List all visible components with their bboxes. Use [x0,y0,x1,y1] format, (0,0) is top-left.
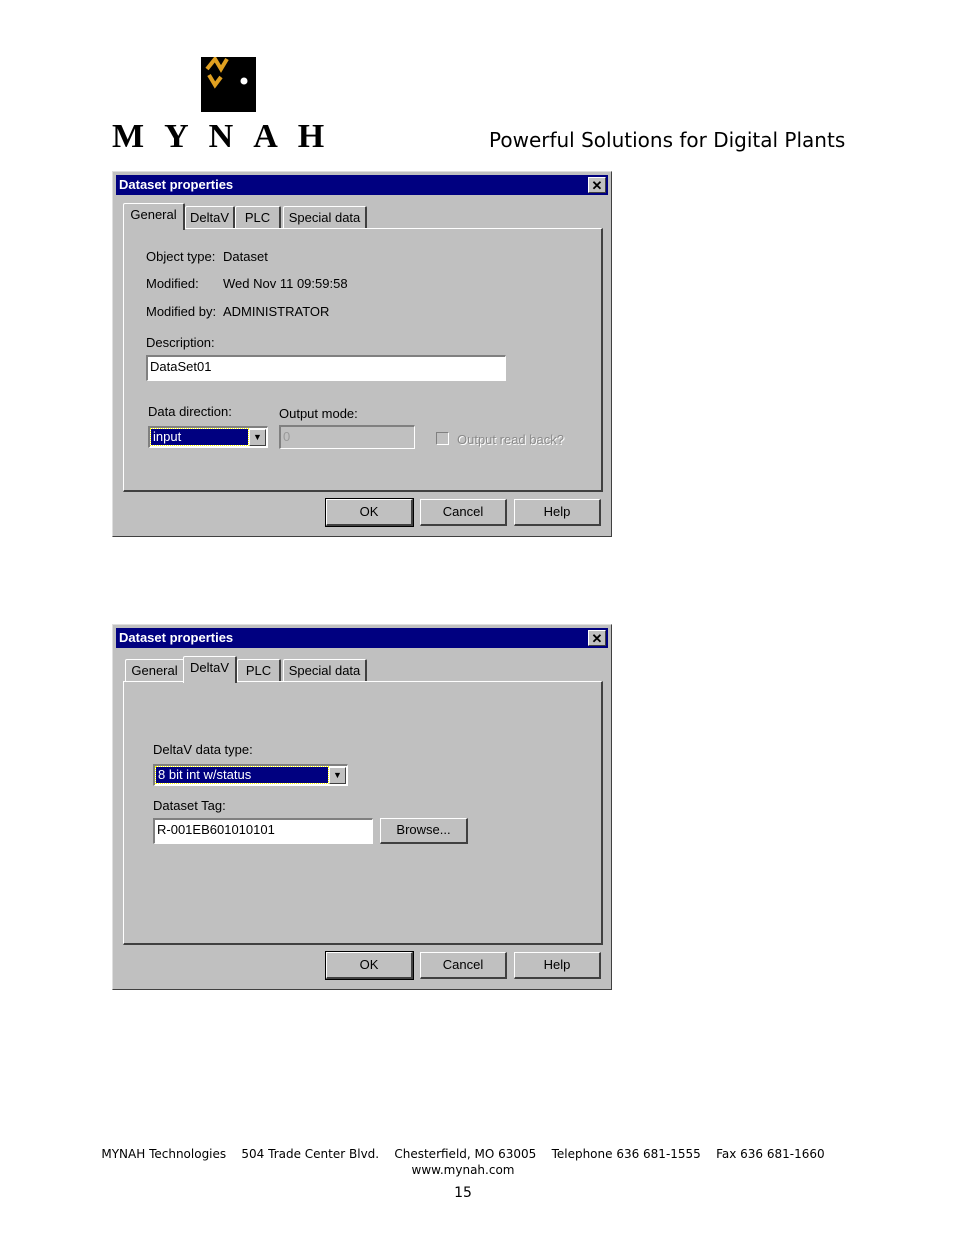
dialog-titlebar: Dataset properties ✕ [116,175,608,195]
tagline: Powerful Solutions for Digital Plants [489,128,846,152]
mynah-logo-mark [201,55,256,112]
ok-button[interactable]: OK [325,498,414,527]
close-icon: ✕ [591,631,603,646]
close-button[interactable]: ✕ [588,177,606,193]
close-button[interactable]: ✕ [588,630,606,646]
object-type-value: Dataset [223,249,268,264]
deltav-data-type-label: DeltaV data type: [153,742,253,757]
description-input[interactable]: DataSet01 [146,355,506,381]
dataset-tag-label: Dataset Tag: [153,798,226,813]
tab-special-data[interactable]: Special data [283,206,367,228]
tab-panel-general: Object type: Dataset Modified: Wed Nov 1… [123,228,603,492]
modified-label: Modified: [146,276,199,291]
tab-plc[interactable]: PLC [237,659,281,681]
footer-address: MYNAH Technologies 504 Trade Center Blvd… [101,1147,825,1161]
footer-website: www.mynah.com [411,1163,515,1177]
modified-by-label: Modified by: [146,304,217,319]
output-mode-input[interactable]: 0 [279,425,415,449]
ok-button[interactable]: OK [325,951,414,980]
close-icon: ✕ [591,178,603,193]
tab-deltav[interactable]: DeltaV [185,206,235,228]
dataset-properties-dialog-deltav: Dataset properties ✕ General DeltaV PLC … [112,624,612,990]
tab-panel-deltav: DeltaV data type: 8 bit int w/status ▼ D… [123,681,603,945]
chevron-down-icon[interactable]: ▼ [249,429,266,446]
dataset-tag-input[interactable]: R-001EB601010101 [153,818,373,844]
modified-value: Wed Nov 11 09:59:58 [223,276,348,291]
data-direction-select[interactable]: input ▼ [148,426,268,448]
deltav-data-type-select[interactable]: 8 bit int w/status ▼ [153,764,348,786]
tab-general[interactable]: General [123,203,185,230]
cancel-button[interactable]: Cancel [420,952,507,979]
output-read-back-label: Output read back? [457,432,564,447]
page-number: 15 [454,1185,472,1201]
description-label: Description: [146,335,215,350]
tab-plc[interactable]: PLC [235,206,281,228]
cancel-button[interactable]: Cancel [420,499,507,526]
output-mode-label: Output mode: [279,406,358,421]
mynah-logo-text: MYNAH [112,118,345,155]
help-button[interactable]: Help [514,952,601,979]
tab-deltav[interactable]: DeltaV [183,656,237,683]
object-type-label: Object type: [146,249,216,264]
help-button[interactable]: Help [514,499,601,526]
dialog-titlebar: Dataset properties ✕ [116,628,608,648]
deltav-data-type-value: 8 bit int w/status [155,766,329,784]
tab-special-data[interactable]: Special data [283,659,367,681]
dialog-title: Dataset properties [119,630,234,645]
modified-by-value: ADMINISTRATOR [223,304,330,319]
data-direction-label: Data direction: [148,404,232,419]
tab-general[interactable]: General [125,659,185,681]
data-direction-value: input [150,428,249,446]
chevron-down-icon[interactable]: ▼ [329,767,346,784]
dataset-properties-dialog-general: Dataset properties ✕ General DeltaV PLC … [112,171,612,537]
browse-button[interactable]: Browse... [380,818,468,844]
dialog-title: Dataset properties [119,177,234,192]
output-read-back-checkbox[interactable] [436,432,449,445]
